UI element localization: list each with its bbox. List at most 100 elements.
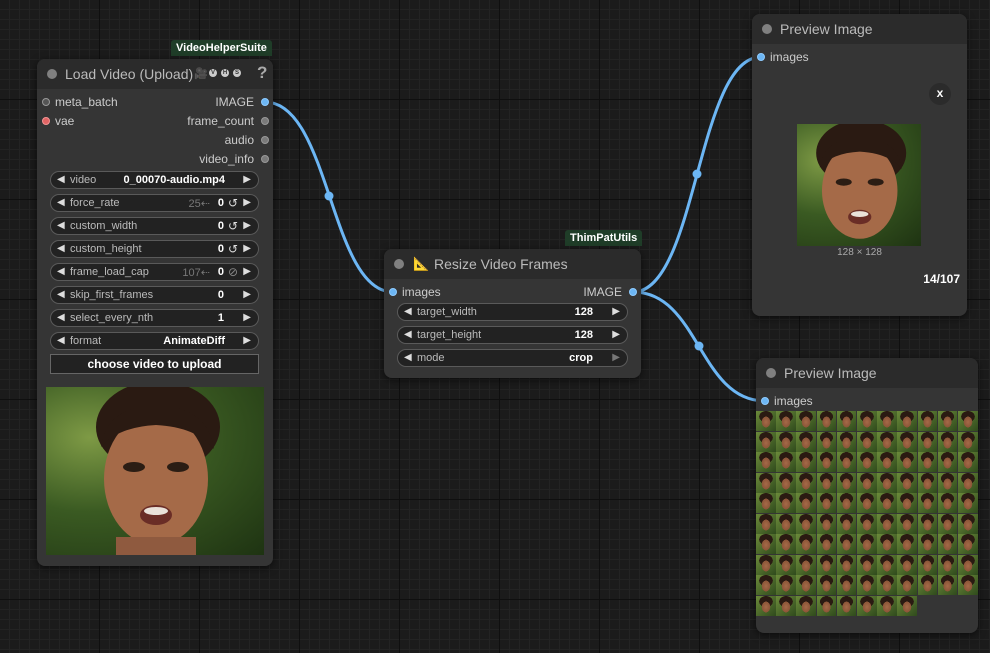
widget-frame-load-cap[interactable]: ◀ frame_load_cap 107⇠ 0 ⊘ ▶ — [50, 263, 259, 281]
preview-thumbnail-grid[interactable] — [756, 411, 978, 617]
frame-thumbnail[interactable] — [877, 411, 897, 431]
frame-thumbnail[interactable] — [958, 534, 978, 554]
reset-icon[interactable]: ↺ — [228, 242, 238, 256]
frame-thumbnail[interactable] — [917, 452, 938, 472]
frame-thumbnail[interactable] — [756, 431, 776, 452]
preview-image-node-bottom[interactable]: Preview Image images — [756, 358, 978, 633]
frame-thumbnail[interactable] — [917, 493, 938, 513]
frame-thumbnail[interactable] — [796, 411, 817, 431]
frame-thumbnail[interactable] — [958, 452, 978, 472]
frame-thumbnail[interactable] — [897, 595, 918, 616]
output-slot-image[interactable] — [261, 98, 269, 106]
frame-thumbnail[interactable] — [857, 411, 877, 431]
widget-target-width[interactable]: ◀ target_width 128 ▶ — [397, 303, 628, 321]
frame-thumbnail[interactable] — [937, 493, 958, 513]
collapse-dot[interactable] — [766, 368, 776, 378]
frame-thumbnail[interactable] — [816, 595, 837, 616]
frame-thumbnail[interactable] — [897, 534, 918, 554]
frame-thumbnail[interactable] — [937, 513, 958, 534]
frame-thumbnail[interactable] — [897, 575, 918, 595]
frame-thumbnail[interactable] — [917, 513, 938, 534]
collapse-dot[interactable] — [394, 259, 404, 269]
frame-thumbnail[interactable] — [776, 411, 796, 431]
input-slot-images[interactable] — [761, 397, 769, 405]
decrement-arrow-icon[interactable]: ◀ — [57, 243, 65, 254]
decrement-arrow-icon[interactable]: ◀ — [57, 335, 65, 346]
frame-thumbnail[interactable] — [816, 493, 837, 513]
decrement-arrow-icon[interactable]: ◀ — [57, 312, 65, 323]
frame-thumbnail[interactable] — [857, 431, 877, 452]
frame-thumbnail[interactable] — [776, 554, 796, 575]
frame-thumbnail[interactable] — [937, 452, 958, 472]
frame-thumbnail[interactable] — [958, 431, 978, 452]
frame-thumbnail[interactable] — [836, 554, 857, 575]
frame-thumbnail[interactable] — [877, 575, 897, 595]
frame-thumbnail[interactable] — [816, 411, 837, 431]
frame-thumbnail[interactable] — [756, 452, 776, 472]
decrement-arrow-icon[interactable]: ◀ — [57, 266, 65, 277]
widget-format[interactable]: ◀ format AnimateDiff ▶ — [50, 332, 259, 350]
increment-arrow-icon[interactable]: ▶ — [243, 266, 251, 277]
increment-arrow-icon[interactable]: ▶ — [612, 352, 620, 363]
increment-arrow-icon[interactable]: ▶ — [243, 289, 251, 300]
increment-arrow-icon[interactable]: ▶ — [612, 329, 620, 340]
frame-thumbnail[interactable] — [816, 513, 837, 534]
frame-thumbnail[interactable] — [897, 452, 918, 472]
increment-arrow-icon[interactable]: ▶ — [612, 306, 620, 317]
decrement-arrow-icon[interactable]: ◀ — [404, 306, 412, 317]
frame-thumbnail[interactable] — [796, 493, 817, 513]
frame-thumbnail[interactable] — [958, 472, 978, 493]
preview-image-node-top[interactable]: Preview Image images x 128 × 128 14/107 — [752, 14, 967, 316]
frame-thumbnail[interactable] — [877, 534, 897, 554]
increment-arrow-icon[interactable]: ▶ — [243, 174, 251, 185]
frame-thumbnail[interactable] — [816, 452, 837, 472]
output-slot-video-info[interactable] — [261, 155, 269, 163]
decrement-arrow-icon[interactable]: ◀ — [57, 197, 65, 208]
frame-thumbnail[interactable] — [897, 493, 918, 513]
frame-thumbnail[interactable] — [836, 575, 857, 595]
frame-thumbnail[interactable] — [958, 411, 978, 431]
frame-thumbnail[interactable] — [937, 472, 958, 493]
frame-thumbnail[interactable] — [857, 452, 877, 472]
increment-arrow-icon[interactable]: ▶ — [243, 312, 251, 323]
decrement-arrow-icon[interactable]: ◀ — [404, 329, 412, 340]
frame-thumbnail[interactable] — [897, 411, 918, 431]
choose-video-upload-button[interactable]: choose video to upload — [50, 354, 259, 374]
frame-thumbnail[interactable] — [796, 595, 817, 616]
increment-arrow-icon[interactable]: ▶ — [243, 197, 251, 208]
frame-thumbnail[interactable] — [756, 595, 776, 616]
frame-thumbnail[interactable] — [836, 493, 857, 513]
frame-thumbnail[interactable] — [796, 513, 817, 534]
reset-icon[interactable]: ↺ — [228, 219, 238, 233]
output-slot-image[interactable] — [629, 288, 637, 296]
frame-thumbnail[interactable] — [857, 472, 877, 493]
frame-thumbnail[interactable] — [836, 452, 857, 472]
widget-custom-height[interactable]: ◀ custom_height 0 ↺ ▶ — [50, 240, 259, 258]
frame-thumbnail[interactable] — [877, 513, 897, 534]
frame-thumbnail[interactable] — [776, 431, 796, 452]
frame-thumbnail[interactable] — [937, 554, 958, 575]
frame-thumbnail[interactable] — [796, 431, 817, 452]
decrement-arrow-icon[interactable]: ◀ — [57, 174, 65, 185]
frame-thumbnail[interactable] — [877, 452, 897, 472]
input-slot-images[interactable] — [757, 53, 765, 61]
frame-thumbnail[interactable] — [776, 513, 796, 534]
increment-arrow-icon[interactable]: ▶ — [243, 243, 251, 254]
node-header[interactable]: 📐 Resize Video Frames — [384, 249, 641, 279]
frame-thumbnail[interactable] — [937, 431, 958, 452]
widget-video[interactable]: ◀ video 0_00070-audio.mp4 ▶ — [50, 171, 259, 189]
close-preview-button[interactable]: x — [929, 83, 951, 105]
frame-thumbnail[interactable] — [796, 534, 817, 554]
disabled-icon[interactable]: ⊘ — [228, 265, 238, 279]
frame-thumbnail[interactable] — [897, 554, 918, 575]
widget-custom-width[interactable]: ◀ custom_width 0 ↺ ▶ — [50, 217, 259, 235]
input-slot-vae[interactable] — [42, 117, 50, 125]
frame-thumbnail[interactable] — [796, 575, 817, 595]
frame-thumbnail[interactable] — [836, 472, 857, 493]
frame-thumbnail[interactable] — [877, 595, 897, 616]
frame-thumbnail[interactable] — [958, 513, 978, 534]
output-slot-frame-count[interactable] — [261, 117, 269, 125]
frame-thumbnail[interactable] — [917, 575, 938, 595]
frame-thumbnail[interactable] — [958, 493, 978, 513]
frame-thumbnail[interactable] — [756, 513, 776, 534]
